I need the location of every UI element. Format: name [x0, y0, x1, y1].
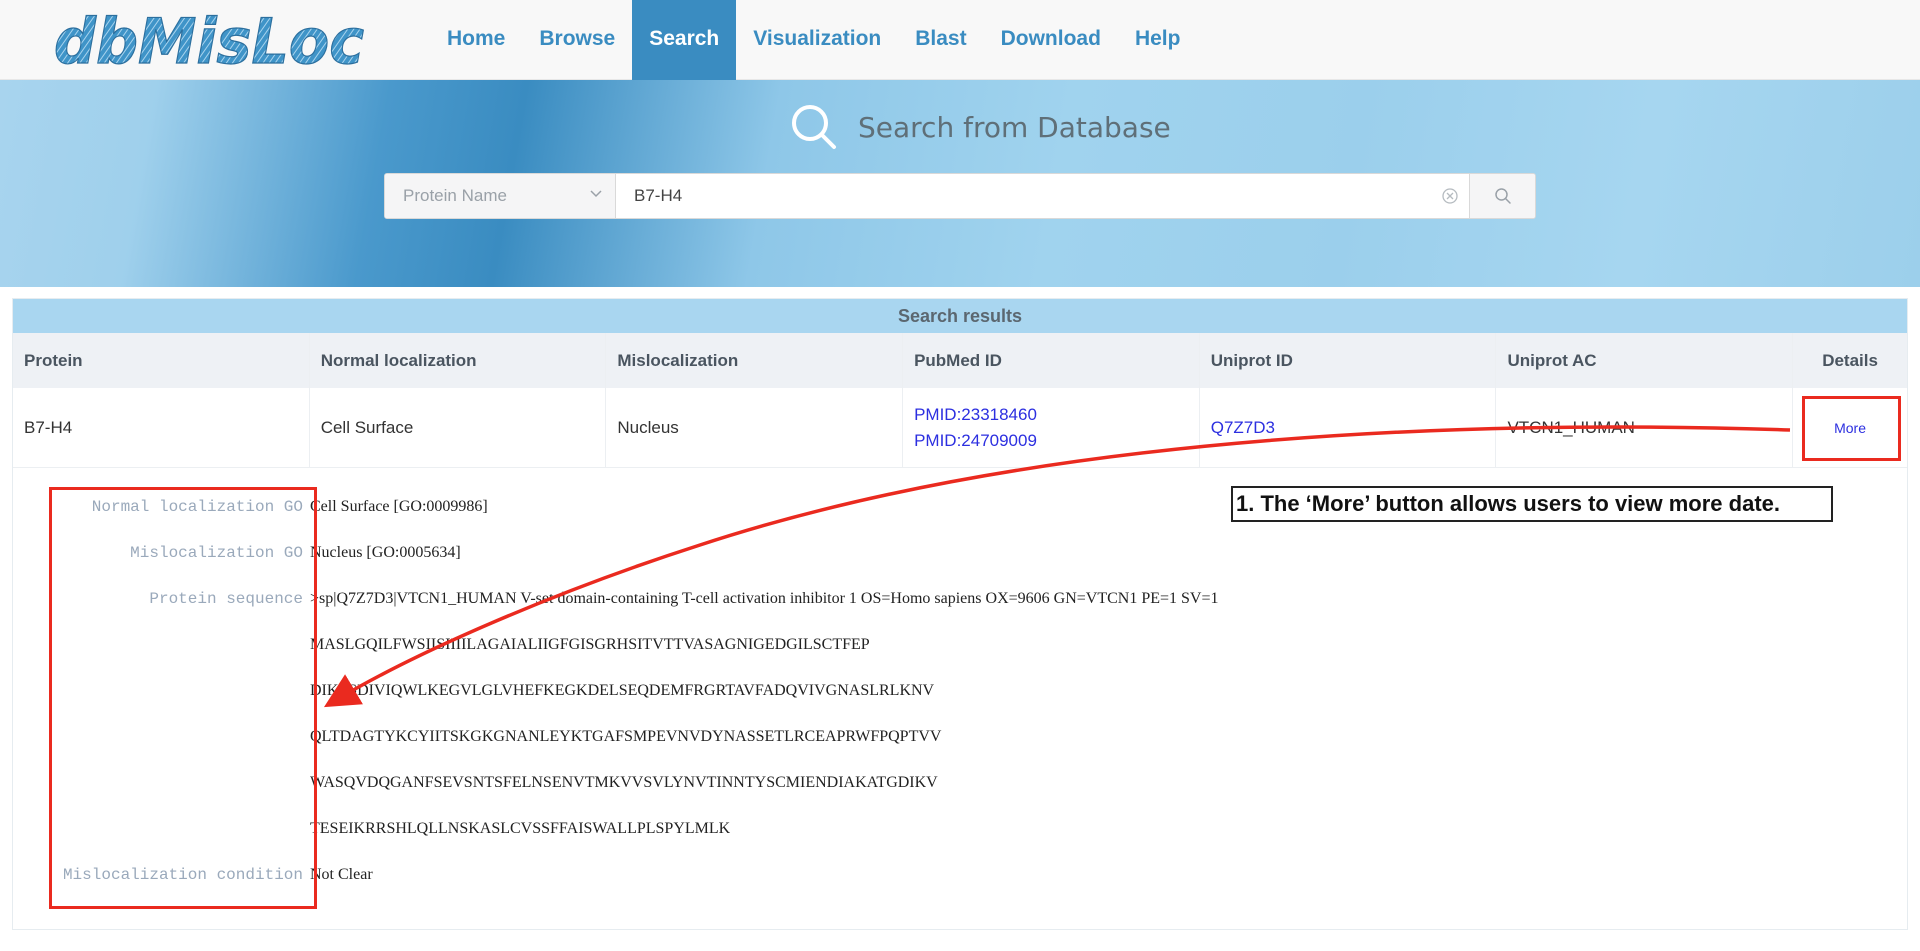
col-uniprot-id: Uniprot ID: [1200, 333, 1497, 388]
nav-blast[interactable]: Blast: [898, 0, 983, 80]
search-field-select-value: Protein Name: [403, 186, 507, 205]
sequence-line: WASQVDQGANFSEVSNTSFELNSENVTMKVVSVLYNVTIN…: [310, 774, 938, 791]
col-details: Details: [1822, 350, 1878, 370]
col-uniprot-ac: Uniprot AC: [1496, 333, 1794, 388]
search-field-select[interactable]: Protein Name: [385, 174, 616, 218]
search-button[interactable]: [1469, 174, 1535, 218]
sequence-line: TESEIKRRSHLQLLNSKASLCVSSFFAISWALLPLSPYLM…: [310, 820, 731, 837]
pubmed-link[interactable]: PMID:23318460: [914, 402, 1037, 428]
search-input[interactable]: [616, 174, 1469, 218]
chevron-down-icon: [590, 190, 602, 198]
pubmed-link[interactable]: PMID:24709009: [914, 428, 1037, 454]
table-row: B7-H4 Cell Surface Nucleus PMID:23318460…: [13, 388, 1907, 468]
cell-uniprot-ac: VTCN1_HUMAN: [1496, 388, 1794, 467]
search-hero: Search from Database Protein Name: [0, 80, 1920, 287]
col-normal-localization: Normal localization: [310, 333, 607, 388]
results-table-header: Protein Normal localization Mislocalizat…: [13, 333, 1907, 388]
dbmisloc-logo[interactable]: dbMisLoc: [52, 6, 372, 76]
nav-home[interactable]: Home: [430, 0, 522, 80]
col-mislocalization: Mislocalization: [606, 333, 904, 388]
col-pubmed-id: PubMed ID: [903, 333, 1200, 388]
sequence-header: >sp|Q7Z7D3|VTCN1_HUMAN V-set domain-cont…: [310, 590, 1219, 607]
cell-protein: B7-H4: [13, 388, 310, 467]
sequence-line: MASLGQILFWSIISIIIILAGAIALIIGFGISGRHSITVT…: [310, 636, 870, 653]
detail-value: Not Clear: [310, 866, 373, 883]
col-protein: Protein: [13, 333, 310, 388]
hero-title: Search from Database: [858, 110, 1171, 144]
svg-text:dbMisLoc: dbMisLoc: [54, 6, 364, 76]
hero-heading: Search from Database: [790, 102, 1171, 152]
search-button-icon: [1494, 188, 1511, 204]
nav-browse[interactable]: Browse: [522, 0, 632, 80]
sequence-line: QLTDAGTYKCYIITSKGKGNANLEYKTGAFSMPEVNVDYN…: [310, 728, 942, 745]
results-title: Search results: [13, 299, 1907, 333]
search-input-wrap: [616, 174, 1469, 218]
nav-visualization[interactable]: Visualization: [736, 0, 898, 80]
search-icon: [792, 105, 836, 149]
cell-normal-localization: Cell Surface: [310, 388, 607, 467]
clear-icon[interactable]: [1441, 187, 1459, 205]
search-bar: Protein Name: [384, 173, 1536, 219]
nav-help[interactable]: Help: [1118, 0, 1198, 80]
nav-download[interactable]: Download: [984, 0, 1118, 80]
annotation-note: 1. The ‘More’ button allows users to vie…: [1231, 486, 1833, 522]
main-nav: Home Browse Search Visualization Blast D…: [430, 0, 1197, 80]
sequence-line: DIKLSDIVIQWLKEGVLGLVHEFKEGKDELSEQDEMFRGR…: [310, 682, 935, 699]
detail-value: Cell Surface [GO:0009986]: [310, 498, 488, 515]
uniprot-id-link[interactable]: Q7Z7D3: [1211, 415, 1275, 441]
cell-uniprot-id: Q7Z7D3: [1200, 388, 1497, 467]
cell-mislocalization: Nucleus: [606, 388, 904, 467]
top-navbar: dbMisLoc Home Browse Search Visualizatio…: [0, 0, 1920, 80]
more-button-highlight: [1802, 396, 1901, 461]
nav-search[interactable]: Search: [632, 0, 737, 80]
detail-labels-highlight: [49, 487, 317, 909]
detail-value: Nucleus [GO:0005634]: [310, 544, 461, 561]
cell-pubmed-ids: PMID:23318460 PMID:24709009: [903, 388, 1200, 467]
